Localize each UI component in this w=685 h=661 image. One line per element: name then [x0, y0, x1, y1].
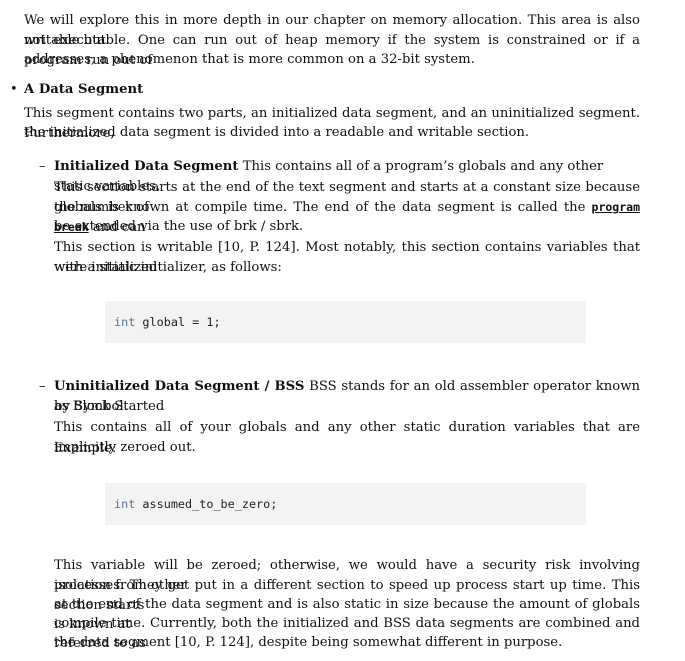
data-segment-line-2: the initialized data segment is divided …: [24, 125, 530, 140]
uninitialized-line-2: by Symbol.: [54, 399, 128, 414]
bullet-icon: •: [10, 82, 18, 97]
heading-text: A Data Segment: [24, 82, 144, 97]
data-segment-heading: A Data Segment: [24, 80, 640, 100]
uninitialized-line-4: Example:: [54, 441, 117, 456]
code-keyword: int: [114, 315, 136, 329]
initialized-line-4: be extended via the use of brk / sbrk.: [54, 219, 304, 234]
after-line-5: the data segment [10, P. 124], despite b…: [54, 635, 563, 650]
initialized-line-3-pre: globals is known at compile time. The en…: [54, 200, 592, 215]
code-block-zero: int assumed_to_be_zero;: [105, 483, 586, 525]
dash-icon: –: [39, 159, 46, 174]
code-text: assumed_to_be_zero;: [135, 497, 278, 511]
dash-icon: –: [39, 379, 46, 394]
initialized-line-6: with a static initializer, as follows:: [54, 260, 282, 275]
intro-line-3: addresses, a phenomenon that is more com…: [24, 52, 475, 67]
code-text: global = 1;: [135, 315, 221, 329]
initialized-heading: Initialized Data Segment: [54, 159, 239, 174]
code-keyword: int: [114, 497, 136, 511]
uninitialized-heading: Uninitialized Data Segment / BSS: [54, 379, 305, 394]
code-block-global: int global = 1;: [105, 301, 586, 343]
